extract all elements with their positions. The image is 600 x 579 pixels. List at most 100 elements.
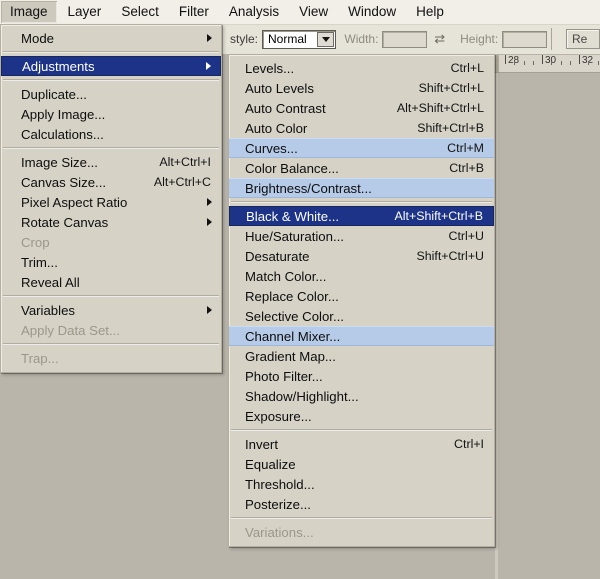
- image-menu-item-rotate-canvas[interactable]: Rotate Canvas: [1, 212, 221, 232]
- menu-item-label: Pixel Aspect Ratio: [21, 194, 128, 210]
- adjustments-item-color-balance[interactable]: Color Balance... Ctrl+B: [229, 158, 494, 178]
- menubar-item-analysis[interactable]: Analysis: [220, 1, 288, 23]
- image-menu-item-calculations[interactable]: Calculations...: [1, 124, 221, 144]
- image-menu-item-reveal-all[interactable]: Reveal All: [1, 272, 221, 292]
- adjustments-item-threshold[interactable]: Threshold...: [229, 474, 494, 494]
- menubar-item-layer[interactable]: Layer: [59, 1, 111, 23]
- style-select-value: Normal: [268, 32, 307, 46]
- menubar-item-filter[interactable]: Filter: [170, 1, 218, 23]
- menu-item-shortcut: Ctrl+L: [450, 60, 484, 75]
- menu-item-label: Match Color...: [245, 268, 327, 284]
- menu-item-label: Posterize...: [245, 496, 311, 512]
- submenu-arrow-icon: [207, 34, 212, 42]
- menu-item-label: Threshold...: [245, 476, 315, 492]
- adjustments-item-posterize[interactable]: Posterize...: [229, 494, 494, 514]
- menu-item-label: Variations...: [245, 524, 314, 540]
- menubar-item-view[interactable]: View: [290, 1, 337, 23]
- tool-options-bar: style: Normal Width: ⇄ Height: Re: [222, 24, 600, 55]
- image-menu-item-adjustments[interactable]: Adjustments: [1, 56, 221, 76]
- ruler-major-tick: [542, 55, 543, 64]
- adjustments-item-auto-color[interactable]: Auto Color Shift+Ctrl+B: [229, 118, 494, 138]
- image-menu-item-apply-data-set: Apply Data Set...: [1, 320, 221, 340]
- style-select[interactable]: Normal: [262, 29, 337, 49]
- image-menu-item-canvas-size[interactable]: Canvas Size... Alt+Ctrl+C: [1, 172, 221, 192]
- menu-separator: [3, 343, 219, 345]
- swap-arrows-icon[interactable]: ⇄: [434, 32, 445, 45]
- ruler-minor-tick: [514, 61, 516, 65]
- style-label: style:: [230, 32, 259, 46]
- adjustments-item-selective-color[interactable]: Selective Color...: [229, 306, 494, 326]
- adjustments-item-match-color[interactable]: Match Color...: [229, 266, 494, 286]
- adjustments-item-exposure[interactable]: Exposure...: [229, 406, 494, 426]
- menu-item-shortcut: Alt+Shift+Ctrl+L: [396, 100, 484, 115]
- image-menu-item-pixel-aspect-ratio[interactable]: Pixel Aspect Ratio: [1, 192, 221, 212]
- image-menu-item-apply-image[interactable]: Apply Image...: [1, 104, 221, 124]
- width-input[interactable]: [382, 30, 428, 48]
- adjustments-item-photo-filter[interactable]: Photo Filter...: [229, 366, 494, 386]
- menubar-item-help[interactable]: Help: [407, 1, 453, 23]
- menu-item-label: Trim...: [21, 254, 58, 270]
- image-menu-item-mode[interactable]: Mode: [1, 28, 221, 48]
- menu-item-label: Shadow/Highlight...: [245, 388, 359, 404]
- height-label: Height:: [460, 32, 499, 46]
- menu-item-label: Exposure...: [245, 408, 312, 424]
- image-menu-item-trim[interactable]: Trim...: [1, 252, 221, 272]
- image-menu-item-crop: Crop: [1, 232, 221, 252]
- image-menu-dropdown[interactable]: Mode Adjustments Duplicate... Apply Image..…: [0, 24, 222, 373]
- adjustments-item-desaturate[interactable]: Desaturate Shift+Ctrl+U: [229, 246, 494, 266]
- submenu-arrow-icon: [207, 218, 212, 226]
- adjustments-item-replace-color[interactable]: Replace Color...: [229, 286, 494, 306]
- menu-item-label: Black & White...: [246, 208, 340, 224]
- submenu-arrow-icon: [207, 198, 212, 206]
- menu-item-shortcut: Shift+Ctrl+B: [417, 120, 484, 135]
- adjustments-item-black-white[interactable]: Black & White... Alt+Shift+Ctrl+B: [229, 206, 494, 226]
- adjustments-item-auto-contrast[interactable]: Auto Contrast Alt+Shift+Ctrl+L: [229, 98, 494, 118]
- image-menu-item-image-size[interactable]: Image Size... Alt+Ctrl+I: [1, 152, 221, 172]
- menubar-item-window[interactable]: Window: [339, 1, 405, 23]
- menu-item-label: Crop: [21, 234, 50, 250]
- menu-separator: [3, 51, 219, 53]
- menu-item-shortcut: Shift+Ctrl+L: [418, 80, 484, 95]
- menu-item-label: Invert: [245, 436, 278, 452]
- adjustments-submenu-dropdown[interactable]: Levels... Ctrl+L Auto Levels Shift+Ctrl+L Au…: [228, 54, 495, 547]
- menu-item-label: Auto Contrast: [245, 100, 326, 116]
- ruler-minor-tick: [523, 61, 525, 65]
- adjustments-item-equalize[interactable]: Equalize: [229, 454, 494, 474]
- toolbar-separator: [550, 28, 552, 50]
- ruler-minor-tick: [551, 61, 553, 65]
- adjustments-item-curves[interactable]: Curves... Ctrl+M: [229, 138, 494, 158]
- adjustments-item-channel-mixer[interactable]: Channel Mixer...: [229, 326, 494, 346]
- menu-item-label: Color Balance...: [245, 160, 339, 176]
- refine-edge-button[interactable]: Re: [565, 29, 600, 49]
- menu-bar: Image Layer Select Filter Analysis View Window…: [0, 0, 600, 25]
- image-menu-item-variables[interactable]: Variables: [1, 300, 221, 320]
- menu-item-shortcut: Alt+Ctrl+C: [153, 174, 211, 189]
- submenu-arrow-icon: [206, 62, 211, 70]
- menu-item-label: Duplicate...: [21, 86, 87, 102]
- menubar-item-select[interactable]: Select: [112, 1, 168, 23]
- image-menu-item-duplicate[interactable]: Duplicate...: [1, 84, 221, 104]
- menu-item-shortcut: Alt+Ctrl+I: [159, 154, 211, 169]
- menu-item-label: Adjustments: [22, 58, 95, 74]
- adjustments-item-variations: Variations...: [229, 522, 494, 542]
- menu-item-shortcut: Ctrl+U: [448, 228, 484, 243]
- menu-item-label: Auto Levels: [245, 80, 314, 96]
- adjustments-item-shadow-highlight[interactable]: Shadow/Highlight...: [229, 386, 494, 406]
- adjustments-item-auto-levels[interactable]: Auto Levels Shift+Ctrl+L: [229, 78, 494, 98]
- adjustments-item-gradient-map[interactable]: Gradient Map...: [229, 346, 494, 366]
- menu-item-label: Photo Filter...: [245, 368, 323, 384]
- adjustments-item-levels[interactable]: Levels... Ctrl+L: [229, 58, 494, 78]
- menu-separator: [3, 79, 219, 81]
- height-input[interactable]: [502, 30, 547, 48]
- menu-item-label: Canvas Size...: [21, 174, 107, 190]
- adjustments-item-brightness-contrast[interactable]: Brightness/Contrast...: [229, 178, 494, 198]
- adjustments-item-hue-saturation[interactable]: Hue/Saturation... Ctrl+U: [229, 226, 494, 246]
- adjustments-item-invert[interactable]: Invert Ctrl+I: [229, 434, 494, 454]
- horizontal-ruler: 283032: [495, 55, 600, 73]
- menu-item-label: Hue/Saturation...: [245, 228, 344, 244]
- menu-item-shortcut: Shift+Ctrl+U: [416, 248, 484, 263]
- menu-item-label: Equalize: [245, 456, 296, 472]
- ruler-minor-tick: [588, 61, 590, 65]
- menubar-item-image[interactable]: Image: [1, 1, 57, 23]
- chevron-down-icon[interactable]: [317, 31, 335, 47]
